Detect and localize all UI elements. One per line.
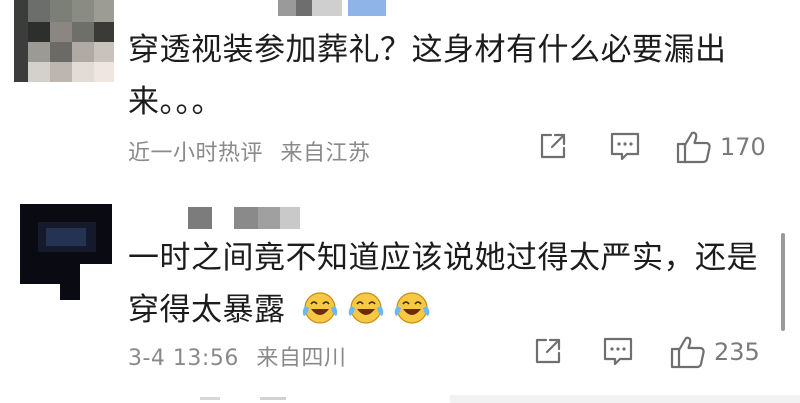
comment-text: 一时之间竟不知道应该说她过得太严实，还是 穿得太暴露 bbox=[128, 240, 758, 328]
comment-icon bbox=[610, 132, 640, 161]
comment-location: 来自江苏 bbox=[280, 141, 371, 166]
comment-meta: 3-4 13:56 来自四川 bbox=[128, 340, 346, 372]
like-count: 235 bbox=[714, 338, 760, 366]
thumbs-up-icon bbox=[676, 131, 711, 164]
share-icon bbox=[540, 133, 566, 159]
comment-time: 3-4 13:56 bbox=[128, 346, 239, 371]
like-count: 170 bbox=[720, 133, 766, 161]
scrollbar[interactable] bbox=[781, 233, 785, 331]
emoji-group bbox=[300, 292, 438, 328]
share-icon bbox=[535, 338, 561, 364]
username[interactable] bbox=[278, 0, 388, 16]
share-button[interactable] bbox=[538, 131, 568, 161]
share-button[interactable] bbox=[533, 336, 563, 366]
comment-section: 穿透视装参加葬礼？这身材有什么必要漏出 来。。。 近一小时热评 来自江苏 170… bbox=[0, 0, 800, 403]
avatar[interactable] bbox=[20, 204, 112, 300]
next-comment-peek bbox=[150, 395, 800, 403]
comment-button[interactable] bbox=[609, 131, 641, 161]
comment-time: 近一小时热评 bbox=[128, 141, 264, 166]
like-button[interactable]: 170 bbox=[676, 130, 766, 164]
comment-icon bbox=[603, 337, 633, 366]
comment-meta: 近一小时热评 来自江苏 bbox=[128, 135, 371, 167]
thumbs-up-icon bbox=[670, 336, 705, 369]
comment-location: 来自四川 bbox=[256, 346, 347, 371]
laugh-cry-emoji bbox=[302, 292, 338, 324]
username[interactable] bbox=[188, 207, 308, 229]
like-button[interactable]: 235 bbox=[670, 335, 760, 369]
laugh-cry-emoji bbox=[394, 292, 430, 324]
avatar[interactable] bbox=[14, 0, 114, 82]
comment-button[interactable] bbox=[602, 336, 634, 366]
laugh-cry-emoji bbox=[348, 292, 384, 324]
comment-text: 穿透视装参加葬礼？这身材有什么必要漏出 来。。。 bbox=[128, 32, 727, 120]
